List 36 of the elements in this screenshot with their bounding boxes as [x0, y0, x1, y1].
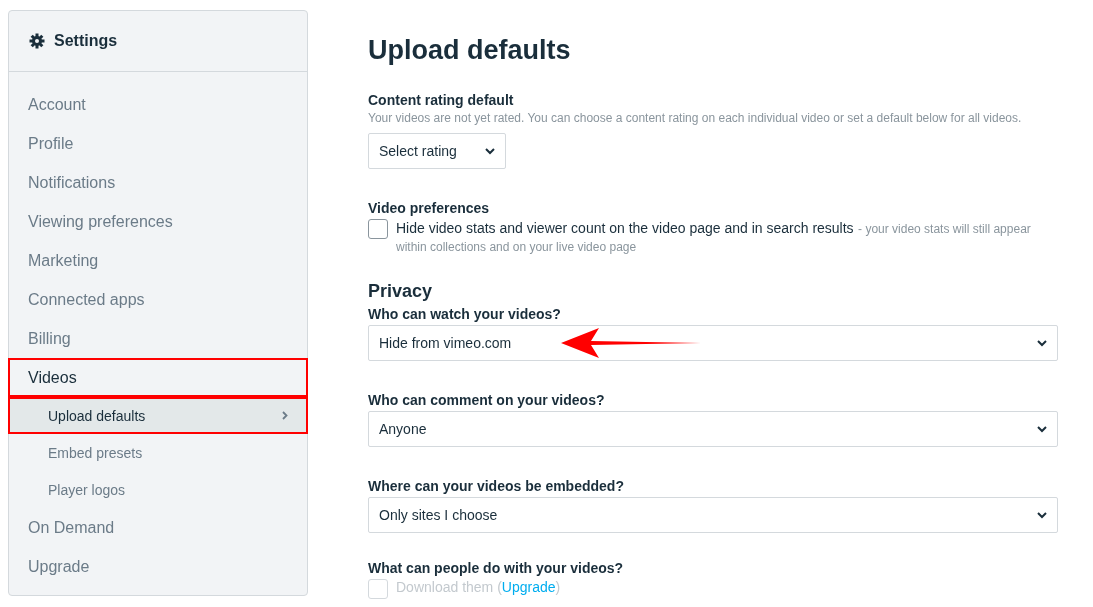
sidebar-item[interactable]: Account	[8, 85, 308, 124]
sidebar-title: Settings	[54, 32, 118, 50]
sidebar-subitem[interactable]: Upload defaults	[8, 397, 308, 434]
field-label: Where can your videos be embedded?	[368, 478, 625, 494]
sidebar-item[interactable]: Videos	[8, 358, 308, 397]
privacy-select[interactable]: Anyone	[368, 411, 1058, 447]
sidebar-item[interactable]: Connected apps	[8, 280, 308, 319]
chevron-right-icon	[282, 411, 288, 420]
sidebar-item[interactable]: Notifications	[8, 163, 308, 202]
sidebar-item[interactable]: Upgrade	[8, 547, 308, 586]
field-label: Content rating default	[368, 92, 515, 108]
checkbox-label: Download them (Upgrade)	[396, 579, 561, 595]
checkbox-label: Hide video stats and viewer count on the video page and in search results - your video stats will still appear within collections and on your live video page	[396, 219, 1032, 255]
sidebar-subitem[interactable]: Player logos	[8, 471, 308, 508]
page-title: Upload defaults	[368, 35, 572, 66]
field-label: Video preferences	[368, 200, 491, 216]
sidebar-item[interactable]: Viewing preferences	[8, 202, 308, 241]
privacy-select[interactable]: Only sites I choose	[368, 497, 1058, 533]
checkbox[interactable]	[368, 219, 388, 239]
privacy-select[interactable]: Hide from vimeo.com	[368, 325, 1058, 361]
sidebar-item[interactable]: Profile	[8, 124, 308, 163]
section-heading: Privacy	[368, 281, 434, 302]
chevron-down-icon	[1037, 339, 1047, 347]
chevron-down-icon	[485, 147, 495, 155]
field-description: Your videos are not yet rated. You can choose a content rating on each individual video or set a default below for all videos.	[368, 111, 1023, 125]
sidebar-item[interactable]: Billing	[8, 319, 308, 358]
rating-select[interactable]: Select rating	[368, 133, 506, 169]
sidebar-item[interactable]: On Demand	[8, 508, 308, 547]
chevron-down-icon	[1037, 511, 1047, 519]
field-label: Who can watch your videos?	[368, 306, 562, 322]
chevron-down-icon	[1037, 425, 1047, 433]
field-label: Who can comment on your videos?	[368, 392, 606, 408]
field-label: What can people do with your videos?	[368, 560, 625, 576]
sidebar-item[interactable]: Marketing	[8, 241, 308, 280]
sidebar-subitem[interactable]: Embed presets	[8, 434, 308, 471]
settings-icon	[29, 33, 45, 49]
